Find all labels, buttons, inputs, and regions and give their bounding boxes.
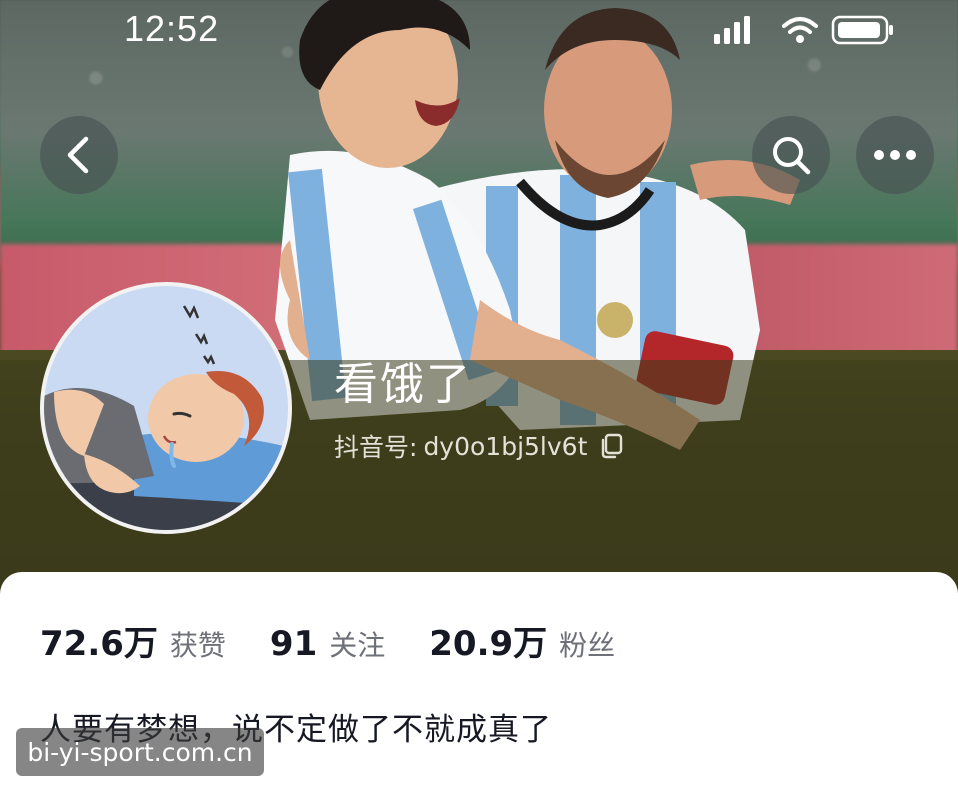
stat-likes[interactable]: 72.6万 获赞 bbox=[40, 616, 226, 665]
douyin-id-value: dy0o1bj5lv6t bbox=[423, 431, 588, 461]
status-time: 12:52 bbox=[124, 8, 220, 49]
stat-likes-label: 获赞 bbox=[169, 629, 226, 662]
avatar[interactable] bbox=[40, 282, 292, 534]
wifi-icon bbox=[782, 17, 818, 43]
more-horizontal-icon bbox=[874, 150, 916, 160]
stat-followers-label: 粉丝 bbox=[559, 629, 616, 662]
signal-icon bbox=[714, 16, 750, 44]
more-button[interactable] bbox=[856, 116, 934, 194]
battery-icon bbox=[831, 15, 893, 45]
copy-icon[interactable] bbox=[599, 433, 623, 459]
search-button[interactable] bbox=[752, 116, 830, 194]
avatar-sleeping-boy-illustration bbox=[44, 286, 288, 530]
status-icons bbox=[714, 15, 893, 45]
profile-stats: 72.6万 获赞 91 关注 20.9万 粉丝 bbox=[40, 616, 659, 665]
stat-following-value: 91 bbox=[269, 624, 318, 664]
back-button[interactable] bbox=[40, 116, 118, 194]
stat-followers[interactable]: 20.9万 粉丝 bbox=[429, 616, 615, 665]
profile-nickname: 看饿了 bbox=[334, 359, 472, 410]
site-watermark: bi-yi-sport.com.cn bbox=[16, 728, 264, 776]
profile-banner: 12:52 看饿了 抖音号: dy0o1bj5lv6t bbox=[0, 0, 958, 600]
douyin-id: 抖音号: dy0o1bj5lv6t bbox=[334, 428, 623, 464]
stat-likes-value: 72.6万 bbox=[40, 624, 158, 664]
search-icon bbox=[773, 137, 811, 175]
chevron-left-icon bbox=[67, 136, 89, 174]
stat-following-label: 关注 bbox=[329, 629, 386, 662]
stat-following[interactable]: 91 关注 bbox=[270, 624, 385, 664]
douyin-id-label: 抖音号: bbox=[334, 433, 418, 462]
stat-followers-value: 20.9万 bbox=[429, 624, 548, 664]
